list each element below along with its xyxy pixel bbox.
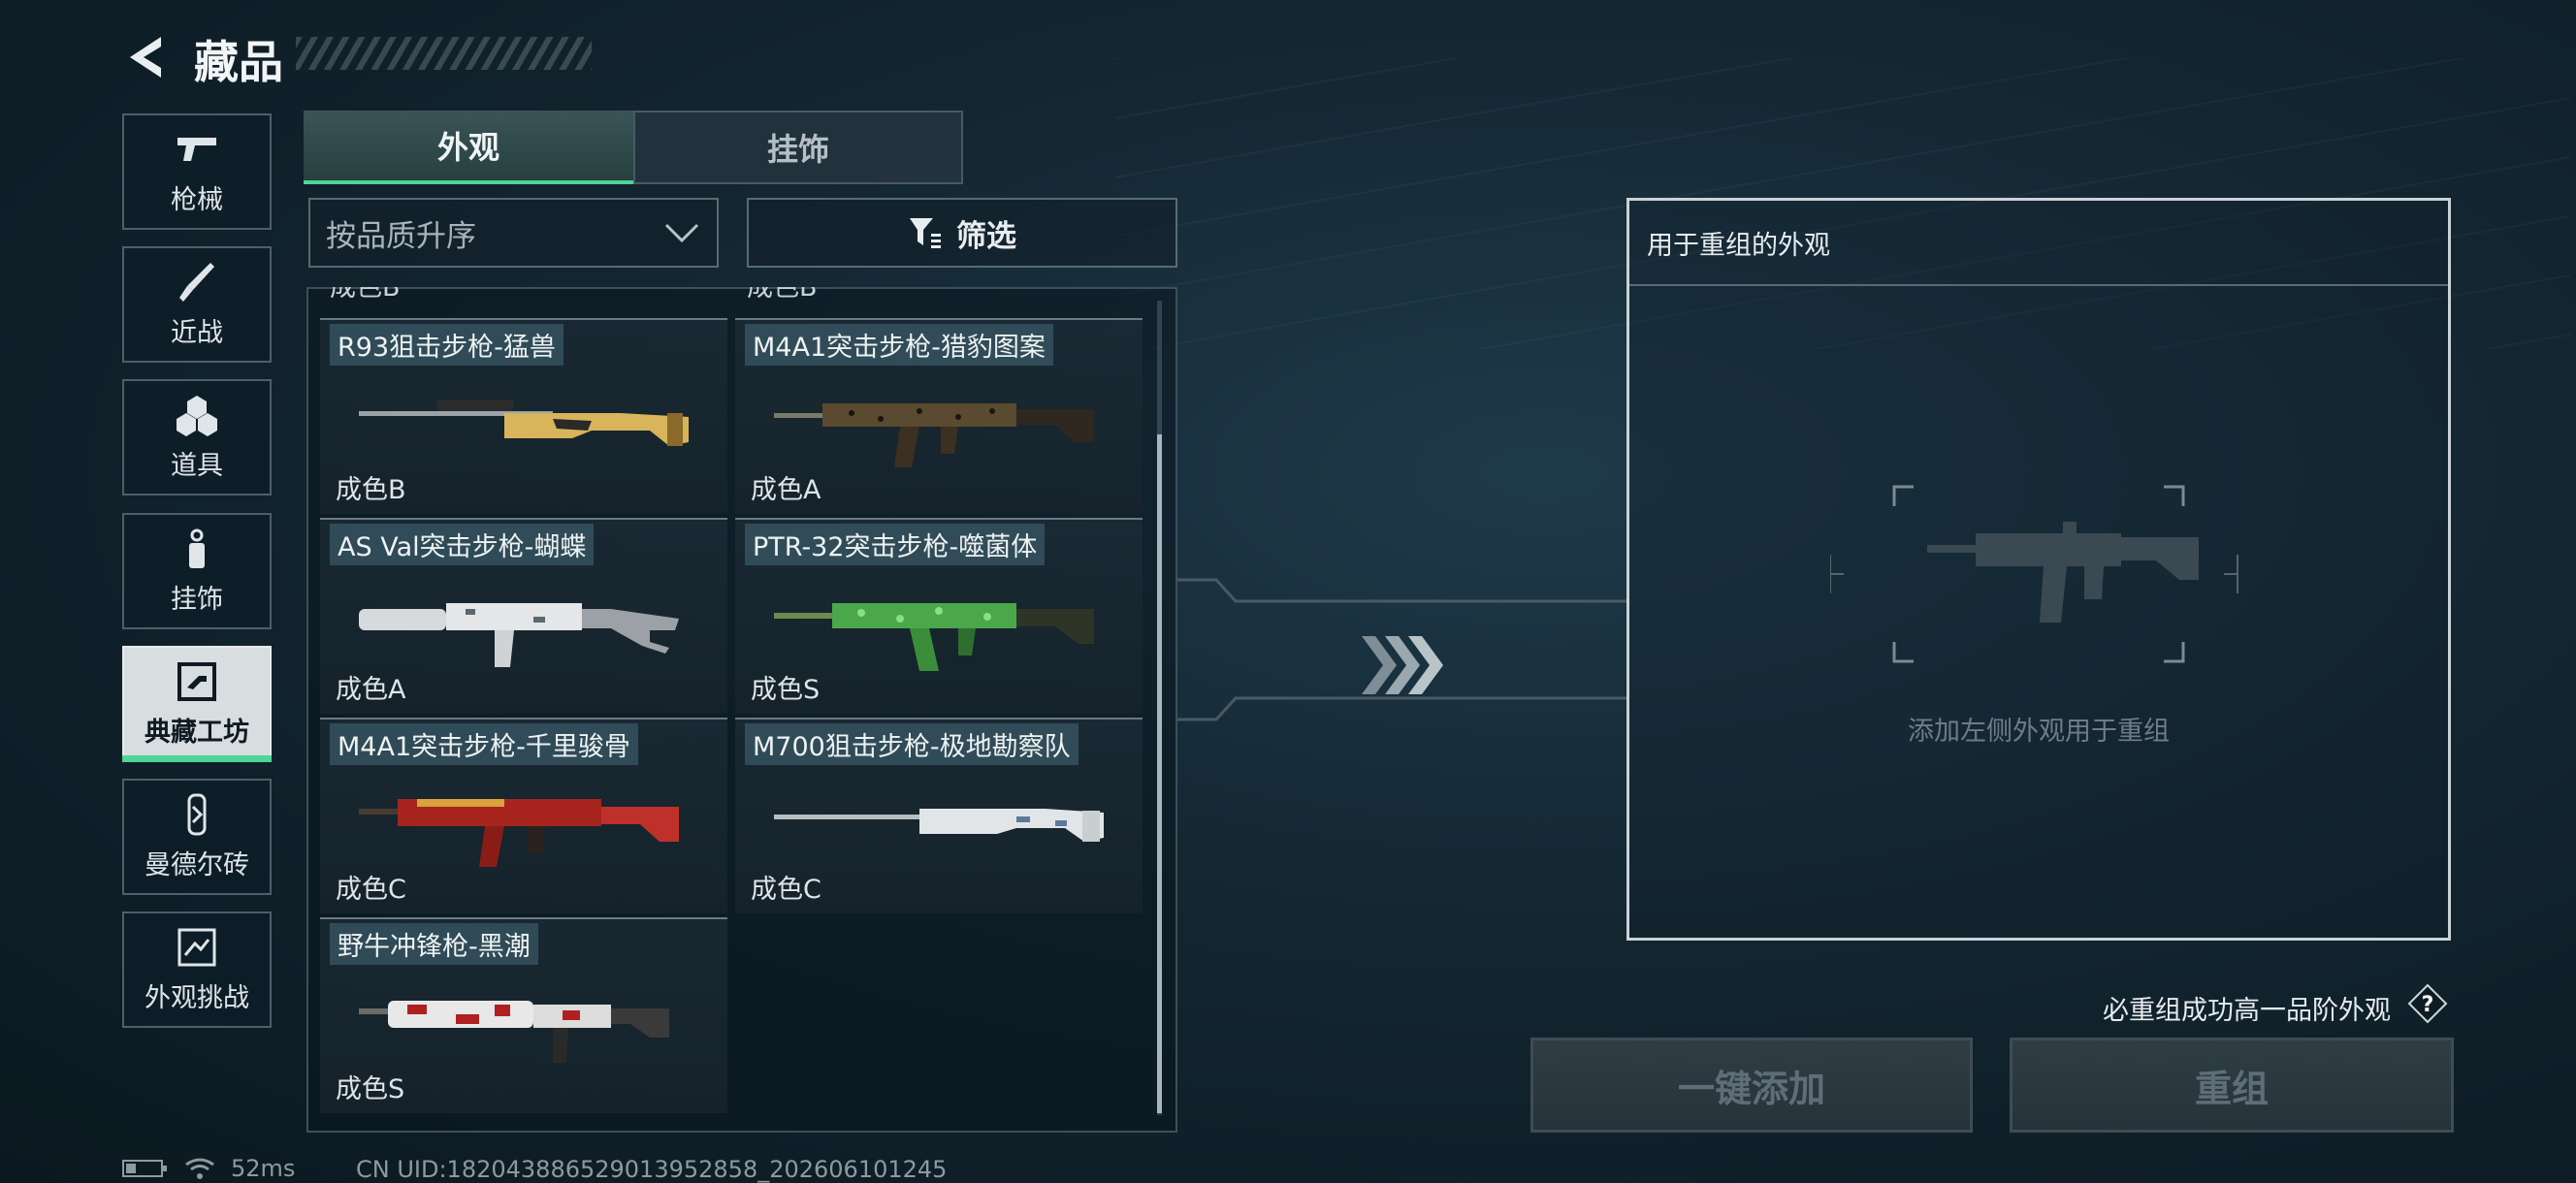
card-grade: 成色B [747,287,818,303]
assault-rifle-green-icon [774,603,1094,671]
skin-card[interactable]: R93狙击步枪-猛兽 成色B [320,318,727,514]
nav-label: 曼德尔砖 [145,849,249,880]
card-grade: 成色S [336,1074,405,1104]
title-decoration [296,37,592,70]
tab-charms[interactable]: 挂饰 [633,111,963,184]
nav-label: 挂饰 [171,584,223,615]
sniper-rifle-white-icon [774,809,1104,842]
knife-icon [179,262,214,302]
skin-card[interactable]: AS Val突击步枪-蝴蝶 成色A [320,518,727,714]
wifi-icon [185,1158,214,1179]
battery-icon [122,1160,167,1177]
card-grade: 成色A [336,675,406,705]
card-grade: 成色A [751,475,821,505]
scrollbar-thumb[interactable] [1157,434,1162,1113]
filter-label: 筛选 [956,218,1016,254]
card-name: R93狙击步枪-猛兽 [330,324,564,366]
partial-row: 成色B 成色B [316,287,1150,316]
sort-dropdown[interactable]: 按品质升序 [308,198,719,268]
nav-label: 典藏工坊 [145,717,249,748]
nav-label: 外观挑战 [145,982,249,1013]
svg-text:?: ? [2422,993,2434,1017]
pistol-icon [177,137,216,161]
skin-card[interactable]: M700狙击步枪-极地勘察队 成色C [735,718,1143,913]
button-label: 一键添加 [1677,1067,1825,1110]
challenge-icon [177,928,216,966]
card-name: M4A1突击步枪-千里骏骨 [330,723,638,765]
guarantee-text: 必重组成功高一品阶外观 [2103,996,2391,1026]
card-name: M4A1突击步枪-猎豹图案 [745,324,1053,366]
workshop-icon [177,661,216,701]
grenade-icon [177,395,217,436]
auto-add-button[interactable]: 一键添加 [1530,1038,1973,1133]
nav-label: 近战 [171,317,223,348]
filter-button[interactable]: 筛选 [747,198,1177,268]
button-label: 重组 [2194,1067,2269,1110]
nav-item-firearms[interactable]: 枪械 [122,113,272,230]
user-uid: CN UID:1820438865290139528​58_2026061012… [356,1156,948,1183]
smg-camo-icon [359,1001,669,1063]
sniper-rifle-gold-icon [359,400,689,446]
recombine-panel: 用于重组的外观 添加左侧外观用于重组 [1626,198,2451,941]
skin-card[interactable]: M4A1突击步枪-千里骏骨 成色C [320,718,727,913]
nav-item-charms[interactable]: 挂饰 [122,513,272,629]
chevron-down-icon [664,223,699,243]
nav-label: 道具 [171,450,223,481]
sort-value: 按品质升序 [326,218,476,254]
card-grade: 成色S [751,675,821,705]
nav-item-mandel-brick[interactable]: 曼德尔砖 [122,779,272,895]
card-name: 野牛冲锋枪-黑潮 [330,923,538,965]
card-grade: 成色B [330,287,401,303]
rifle-silhouette-icon[interactable] [1830,477,2247,671]
card-name: AS Val突击步枪-蝴蝶 [330,524,595,565]
assault-rifle-red-icon [359,799,679,867]
filter-icon [910,218,941,248]
skin-card[interactable]: M4A1突击步枪-猎豹图案 成色A [735,318,1143,514]
brick-icon [187,793,207,835]
panel-header: 用于重组的外观 [1629,201,2448,286]
card-grade: 成色B [336,475,406,505]
nav-item-melee[interactable]: 近战 [122,246,272,363]
card-name: M700狙击步枪-极地勘察队 [745,723,1079,765]
tab-appearance[interactable]: 外观 [304,111,633,184]
nav-item-appearance-challenge[interactable]: 外观挑战 [122,911,272,1028]
back-arrow-icon[interactable] [122,33,171,81]
assault-rifle-leopard-icon [774,403,1094,467]
card-grade: 成色C [336,875,406,905]
help-icon[interactable]: ? [2407,983,2448,1024]
empty-placeholder: 添加左侧外观用于重组 [1908,717,2170,747]
status-bar: 52ms [122,1154,295,1183]
assault-rifle-white-icon [359,603,679,667]
skin-card[interactable]: 野牛冲锋枪-黑潮 成色S [320,917,727,1113]
chevron-right-arrows-icon [1362,636,1443,694]
card-name: PTR-32突击步枪-噬菌体 [745,524,1046,565]
nav-item-items[interactable]: 道具 [122,379,272,496]
card-grade: 成色C [751,875,821,905]
recombine-button[interactable]: 重组 [2010,1038,2454,1133]
page-title: 藏品 [194,36,283,88]
nav-label: 枪械 [171,184,223,215]
skin-card[interactable]: PTR-32突击步枪-噬菌体 成色S [735,518,1143,714]
panel-title: 用于重组的外观 [1647,231,1830,261]
nav-item-workshop[interactable]: 典藏工坊 [122,646,272,762]
charm-icon [189,528,205,568]
ping-value: 52ms [231,1155,296,1182]
